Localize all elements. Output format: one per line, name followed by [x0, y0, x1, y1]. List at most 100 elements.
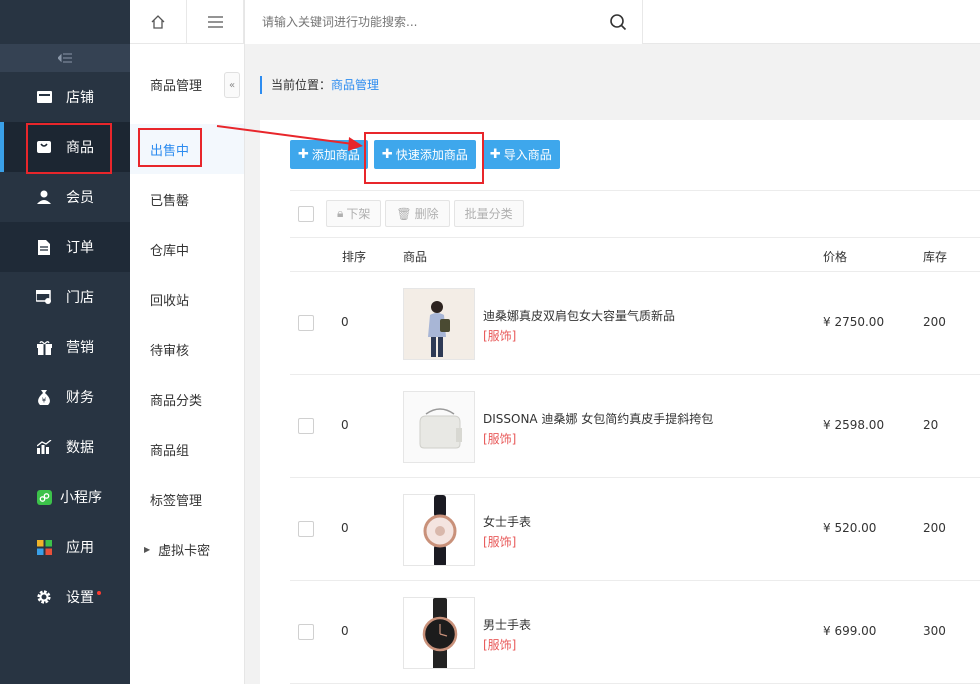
product-name[interactable]: 女士手表 — [483, 513, 531, 530]
menu-button[interactable] — [187, 0, 244, 44]
annotation-arrow — [216, 125, 363, 151]
product-stock: 200 — [923, 521, 946, 535]
product-subnav: 商品管理 « 出售中 已售罄 仓库中 回收站 待审核 商品分类 商品组 标签管理… — [130, 0, 245, 684]
product-thumbnail[interactable] — [403, 597, 475, 669]
row-sort[interactable]: 0 — [341, 418, 349, 432]
sidebar-item-members[interactable]: 会员 — [0, 172, 130, 222]
row-checkbox[interactable] — [298, 418, 314, 434]
breadcrumb-current[interactable]: 商品管理 — [331, 78, 379, 92]
column-header-stock[interactable]: 库存 — [923, 248, 947, 265]
product-name[interactable]: DISSONA 迪桑娜 女包简约真皮手提斜挎包 — [483, 410, 713, 427]
sidebar-item-label: 会员 — [66, 190, 94, 206]
svg-text:¥: ¥ — [42, 396, 47, 404]
sidebar-item-finance[interactable]: ¥ 财务 — [0, 372, 130, 422]
main-sidebar: 店铺 商品 会员 订单 门店 营销 ¥ 财务 数据 小程序 应用 设置 — [0, 0, 130, 684]
table-row: 0 迪桑娜真皮双肩包女大容量气质新品 [服饰] ¥ 2750.00 200 — [290, 272, 980, 375]
sidebar-item-stores[interactable]: 门店 — [0, 272, 130, 322]
table-header: 排序 商品 价格 库存 — [290, 237, 980, 272]
divider — [290, 190, 980, 191]
backpack-product-image — [404, 289, 474, 359]
row-checkbox[interactable] — [298, 624, 314, 640]
row-sort[interactable]: 0 — [341, 315, 349, 329]
search-icon[interactable] — [609, 13, 627, 31]
row-sort[interactable]: 0 — [341, 521, 349, 535]
sidebar-item-label: 订单 — [66, 240, 94, 256]
caret-right-icon: ▶ — [144, 544, 151, 554]
delete-button[interactable]: 🗑︎ 删除 — [385, 200, 450, 227]
subnav-item-sold-out[interactable]: 已售罄 — [130, 174, 244, 224]
shop-icon — [36, 289, 52, 305]
subnav-item-tags[interactable]: 标签管理 — [130, 474, 244, 524]
breadcrumb: 当前位置：商品管理 — [260, 76, 379, 94]
sidebar-item-label: 应用 — [66, 540, 94, 556]
sidebar-collapse-toggle[interactable] — [0, 44, 130, 72]
document-icon — [36, 239, 52, 255]
subnav-item-groups[interactable]: 商品组 — [130, 424, 244, 474]
product-category-tag: [服饰] — [483, 638, 517, 652]
sidebar-item-label: 设置 — [66, 590, 94, 606]
mens-watch-product-image — [404, 598, 474, 668]
sidebar-item-data[interactable]: 数据 — [0, 422, 130, 472]
money-bag-icon: ¥ — [36, 389, 52, 405]
column-header-price[interactable]: 价格 — [823, 248, 847, 265]
search-input[interactable] — [245, 0, 643, 44]
subnav-item-virtual-cards[interactable]: ▶ 虚拟卡密 — [130, 524, 244, 574]
user-icon — [36, 189, 52, 205]
subnav-collapse-button[interactable]: « — [224, 72, 240, 98]
product-thumbnail[interactable] — [403, 391, 475, 463]
subnav-item-pending-review[interactable]: 待审核 — [130, 324, 244, 374]
mini-program-icon — [36, 489, 52, 505]
home-button[interactable] — [130, 0, 187, 44]
sidebar-item-label: 营销 — [66, 340, 94, 356]
menu-icon — [207, 16, 223, 28]
off-shelf-button[interactable]: 🔒︎ 下架 — [326, 200, 382, 227]
subnav-item-warehouse[interactable]: 仓库中 — [130, 224, 244, 274]
product-name[interactable]: 男士手表 — [483, 616, 531, 633]
annotation-box-quick-add — [364, 132, 484, 184]
subnav-item-label: 虚拟卡密 — [158, 543, 211, 559]
subnav-item-categories[interactable]: 商品分类 — [130, 374, 244, 424]
womens-watch-product-image — [404, 495, 474, 565]
notification-dot — [97, 591, 101, 595]
row-checkbox[interactable] — [298, 315, 314, 331]
product-price: ¥ 2598.00 — [823, 418, 885, 432]
sidebar-item-orders[interactable]: 订单 — [0, 222, 130, 272]
row-sort[interactable]: 0 — [341, 624, 349, 638]
logo-area — [0, 0, 130, 44]
apps-icon — [36, 539, 52, 555]
store-icon — [36, 89, 52, 105]
sidebar-item-store[interactable]: 店铺 — [0, 72, 130, 122]
product-category-tag: [服饰] — [483, 432, 517, 446]
product-stock: 200 — [923, 315, 946, 329]
row-checkbox[interactable] — [298, 521, 314, 537]
product-thumbnail[interactable] — [403, 288, 475, 360]
sidebar-item-mini-program[interactable]: 小程序 — [0, 472, 130, 522]
lock-icon: 🔒︎ — [337, 206, 344, 220]
batch-category-button[interactable]: 批量分类 — [453, 200, 524, 227]
double-chevron-left-icon: « — [228, 79, 236, 91]
sidebar-item-marketing[interactable]: 营销 — [0, 322, 130, 372]
batch-category-label: 批量分类 — [464, 207, 513, 221]
batch-toolbar: 🔒︎ 下架 🗑︎ 删除 批量分类 — [298, 200, 524, 227]
product-category-tag: [服饰] — [483, 535, 517, 549]
select-all-checkbox[interactable] — [298, 205, 314, 222]
trash-icon: 🗑︎ — [396, 206, 412, 221]
sidebar-item-apps[interactable]: 应用 — [0, 522, 130, 572]
column-header-product: 商品 — [403, 250, 428, 264]
column-header-sort[interactable]: 排序 — [342, 248, 366, 265]
table-row: 0 男士手表 [服饰] ¥ 699.00 300 — [290, 581, 980, 684]
product-name[interactable]: 迪桑娜真皮双肩包女大容量气质新品 — [483, 307, 675, 324]
product-thumbnail[interactable] — [403, 494, 475, 566]
product-panel: ✚ 添加商品 ✚ 快速添加商品 ✚ 导入商品 🔒︎ 下架 🗑︎ 删除 批量分类 排序 商品… — [260, 120, 980, 684]
bar-chart-icon — [36, 439, 52, 455]
product-price: ¥ 520.00 — [823, 521, 877, 535]
import-product-button[interactable]: ✚ 导入商品 — [481, 140, 560, 169]
product-stock: 300 — [923, 624, 946, 638]
home-icon — [151, 15, 165, 29]
sidebar-item-settings[interactable]: 设置 — [0, 572, 130, 622]
subnav-title-text: 商品管理 — [150, 78, 203, 94]
subnav-item-recycle-bin[interactable]: 回收站 — [130, 274, 244, 324]
sidebar-item-label: 小程序 — [60, 490, 102, 506]
table-row: 0 女士手表 [服饰] ¥ 520.00 200 — [290, 478, 980, 581]
gear-icon — [36, 589, 52, 605]
